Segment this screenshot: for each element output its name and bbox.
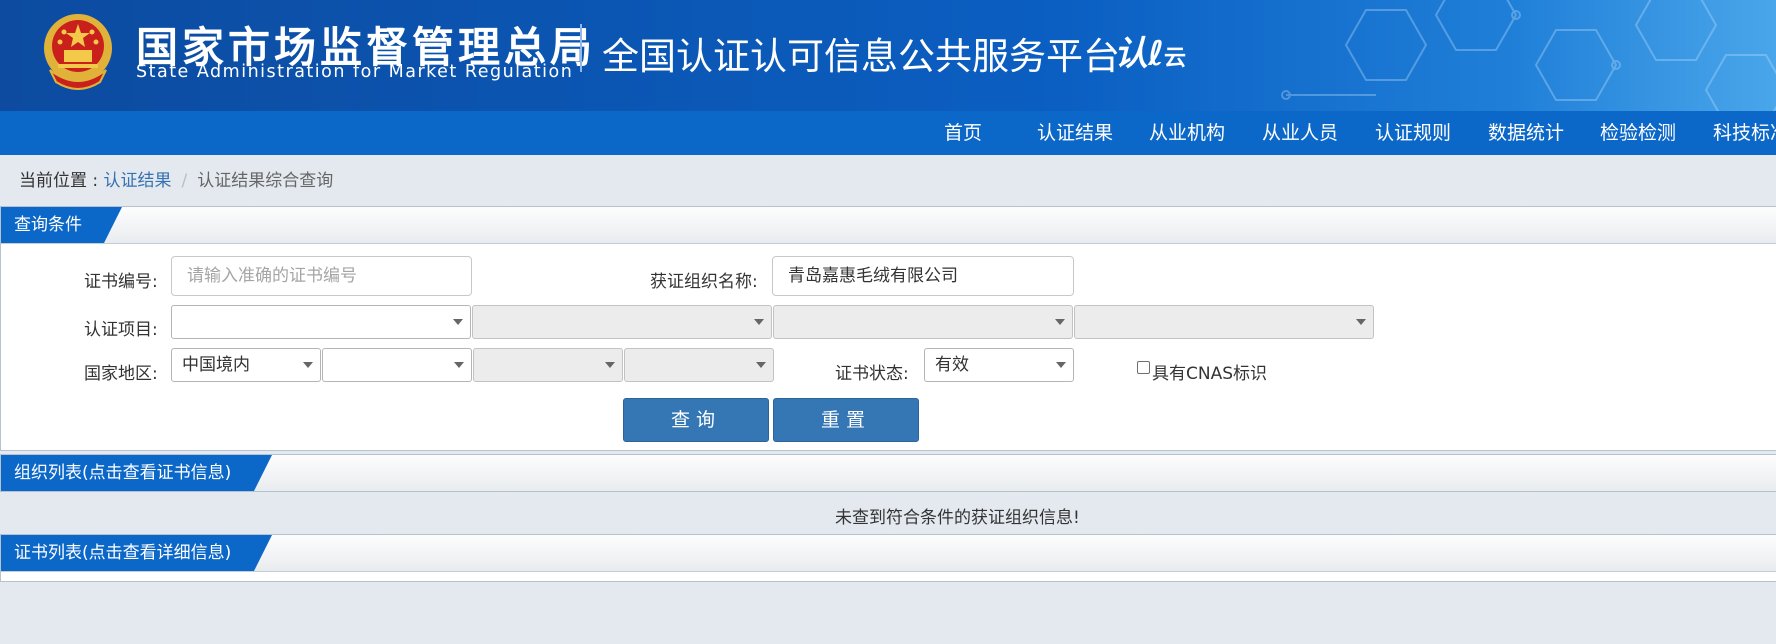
- cert-list-header: 证书列表(点击查看详细信息): [1, 535, 1776, 572]
- platform-title: 全国认证认可信息公共服务平台: [602, 35, 1120, 78]
- breadcrumb: 当前位置 : 认证结果 / 认证结果综合查询: [19, 166, 333, 191]
- logo-sub-char: 云: [1164, 46, 1187, 71]
- cert-no-label: 证书编号:: [84, 272, 158, 292]
- org-list-tab: 组织列表(点击查看证书信息): [1, 455, 272, 491]
- title-divider: [580, 24, 582, 72]
- status-select-value: 有效: [935, 355, 969, 375]
- region-select-city[interactable]: [473, 348, 623, 382]
- site-header: 国家市场监督管理总局 State Administration for Mark…: [0, 0, 1776, 111]
- cert-item-select-1[interactable]: [171, 305, 471, 339]
- chevron-down-icon: [1055, 319, 1065, 325]
- national-emblem-icon: [44, 14, 112, 90]
- chevron-down-icon: [454, 362, 464, 368]
- cert-item-label: 认证项目:: [84, 320, 158, 340]
- cnas-checkbox[interactable]: [1137, 361, 1150, 374]
- region-select-district[interactable]: [624, 348, 774, 382]
- renzheng-cloud-logo: 认ℓ云: [1114, 34, 1187, 74]
- nav-item-statistics[interactable]: 数据统计: [1488, 111, 1564, 155]
- logo-main-char: 认: [1114, 34, 1148, 74]
- search-button[interactable]: 查询: [623, 398, 769, 442]
- breadcrumb-link-cert-results[interactable]: 认证结果: [104, 171, 172, 191]
- chevron-down-icon: [453, 319, 463, 325]
- breadcrumb-prefix: 当前位置 :: [19, 171, 104, 191]
- query-panel-header: 查询条件: [1, 207, 1776, 244]
- reset-button[interactable]: 重置: [773, 398, 919, 442]
- org-list-header: 组织列表(点击查看证书信息): [1, 455, 1776, 491]
- query-conditions-tab: 查询条件: [1, 207, 122, 243]
- region-select-country[interactable]: 中国境内: [171, 348, 321, 382]
- org-list-empty-message: 未查到符合条件的获证组织信息!: [835, 508, 1080, 528]
- org-list-panel: 组织列表(点击查看证书信息): [0, 454, 1776, 492]
- nav-item-tech-standards[interactable]: 科技标准: [1713, 111, 1776, 155]
- region-label: 国家地区:: [84, 364, 158, 384]
- agency-title-en: State Administration for Market Regulati…: [136, 62, 574, 82]
- cnas-checkbox-label[interactable]: 具有CNAS标识: [1152, 359, 1267, 384]
- region-select-country-value: 中国境内: [182, 355, 250, 375]
- hexagon-pattern-decoration: [1281, 0, 1776, 111]
- cert-no-input[interactable]: 请输入准确的证书编号: [171, 256, 472, 296]
- cert-item-select-4[interactable]: [1074, 305, 1374, 339]
- status-label: 证书状态:: [835, 364, 909, 384]
- nav-item-inspection[interactable]: 检验检测: [1600, 111, 1676, 155]
- chevron-down-icon: [303, 362, 313, 368]
- breadcrumb-current: 认证结果综合查询: [197, 171, 334, 191]
- breadcrumb-separator: /: [181, 171, 188, 191]
- cert-item-select-3[interactable]: [773, 305, 1073, 339]
- cert-item-select-2[interactable]: [472, 305, 772, 339]
- org-name-label: 获证组织名称:: [650, 272, 758, 292]
- nav-item-cert-rules[interactable]: 认证规则: [1375, 111, 1451, 155]
- org-name-input[interactable]: 青岛嘉惠毛绒有限公司: [772, 256, 1074, 296]
- nav-item-home[interactable]: 首页: [944, 111, 982, 155]
- nav-item-institutions[interactable]: 从业机构: [1149, 111, 1225, 155]
- nav-item-practitioners[interactable]: 从业人员: [1262, 111, 1338, 155]
- chevron-down-icon: [1056, 362, 1066, 368]
- cert-list-panel: 证书列表(点击查看详细信息): [0, 534, 1776, 582]
- main-nav: 首页 认证结果 从业机构 从业人员 认证规则 数据统计 检验检测 科技标准: [0, 111, 1776, 155]
- nav-item-cert-results[interactable]: 认证结果: [1037, 111, 1113, 155]
- region-select-province[interactable]: [322, 348, 472, 382]
- chevron-down-icon: [756, 362, 766, 368]
- chevron-down-icon: [605, 362, 615, 368]
- status-select[interactable]: 有效: [924, 348, 1074, 382]
- chevron-down-icon: [1356, 319, 1366, 325]
- cert-list-tab: 证书列表(点击查看详细信息): [1, 535, 272, 571]
- query-panel: 查询条件 证书编号: 请输入准确的证书编号 获证组织名称: 青岛嘉惠毛绒有限公司…: [0, 206, 1776, 451]
- chevron-down-icon: [754, 319, 764, 325]
